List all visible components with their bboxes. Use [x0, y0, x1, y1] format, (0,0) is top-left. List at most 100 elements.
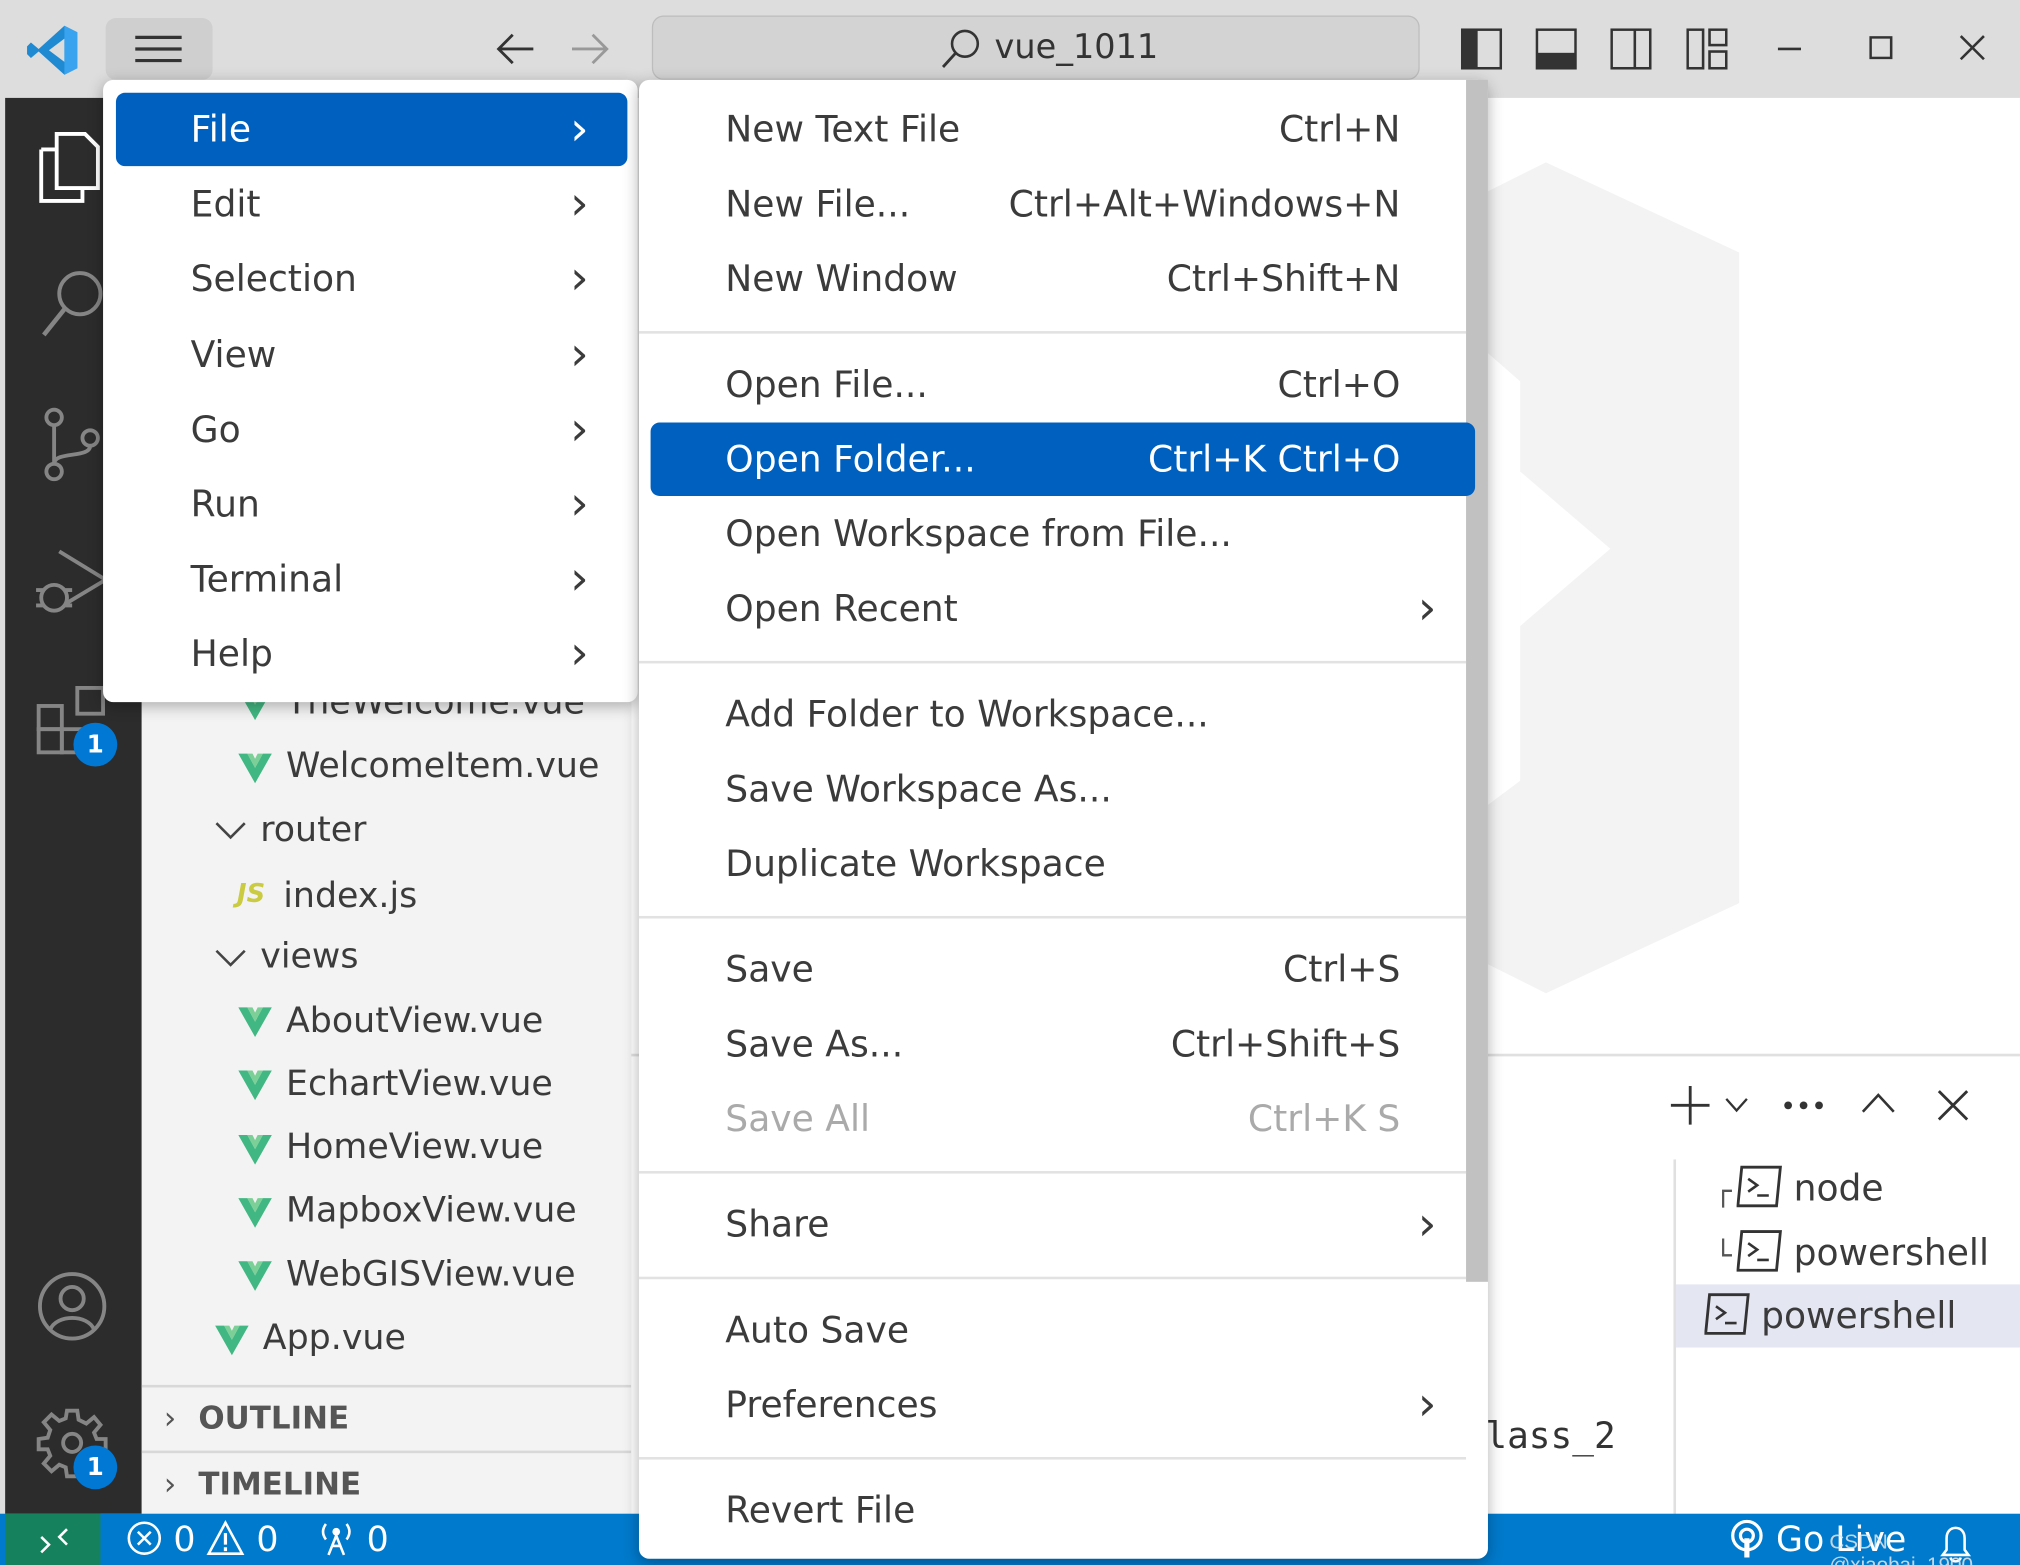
- tree-item[interactable]: JS index.js: [237, 862, 417, 925]
- chevron-down-icon: [215, 949, 246, 967]
- menu-item-label: Save All: [725, 1097, 871, 1141]
- tree-item[interactable]: WelcomeItem.vue: [237, 735, 599, 798]
- outline-section-header[interactable]: › OUTLINE: [141, 1384, 632, 1451]
- menu-item-shortcut: Ctrl+K S: [1247, 1097, 1401, 1141]
- tree-item[interactable]: AboutView.vue: [237, 989, 543, 1052]
- tree-item[interactable]: router: [214, 798, 366, 861]
- file-menu-item[interactable]: New File... Ctrl+Alt+Windows+N: [651, 167, 1475, 240]
- tree-item-label: AboutView.vue: [285, 1000, 544, 1041]
- terminal-list-item[interactable]: powershell: [1676, 1284, 2020, 1348]
- menu-item-label: Save Workspace As...: [725, 767, 1112, 811]
- maximize-icon[interactable]: [1869, 36, 1893, 60]
- menu-item-shortcut: Ctrl+O: [1277, 363, 1401, 406]
- outline-label: OUTLINE: [198, 1400, 350, 1437]
- menu-item-label: Revert File: [725, 1489, 916, 1532]
- file-menu-item[interactable]: Share ›: [651, 1188, 1475, 1261]
- close-panel-icon[interactable]: [1937, 1090, 1969, 1121]
- menu-item-file[interactable]: File ›: [115, 92, 628, 167]
- menu-item-shortcut: Ctrl+N: [1278, 108, 1401, 151]
- file-menu-item[interactable]: Save Ctrl+S: [651, 933, 1475, 1006]
- remote-button[interactable]: [5, 1513, 101, 1565]
- terminal-icon: [1704, 1293, 1750, 1335]
- file-menu-item[interactable]: Open Folder... Ctrl+K Ctrl+O: [650, 422, 1476, 496]
- file-menu-item[interactable]: Add Folder to Workspace...: [651, 678, 1475, 751]
- close-icon[interactable]: [1959, 35, 1985, 61]
- file-menu-item[interactable]: Revert File: [651, 1474, 1475, 1547]
- tree-item-label: MapboxView.vue: [285, 1190, 577, 1231]
- vscode-window: vue_1011 1 1 TheWelcome.vue WelcomeItem.v…: [0, 0, 2020, 1565]
- menu-item-run[interactable]: Run ›: [116, 468, 627, 541]
- problems-button[interactable]: 0 0: [126, 1518, 278, 1564]
- tree-item[interactable]: HomeView.vue: [237, 1116, 543, 1179]
- search-icon[interactable]: [39, 268, 106, 340]
- menu-item-label: Edit: [190, 183, 261, 226]
- timeline-section-header[interactable]: › TIMELINE: [141, 1450, 632, 1517]
- maximize-panel-icon[interactable]: [1861, 1092, 1895, 1113]
- menu-item-terminal[interactable]: Terminal ›: [116, 543, 627, 616]
- back-arrow-icon[interactable]: [495, 31, 536, 67]
- file-menu-item[interactable]: Open File... Ctrl+O: [651, 348, 1475, 421]
- menu-item-label: Run: [190, 483, 260, 526]
- toggle-panel-icon[interactable]: [1535, 28, 1577, 70]
- timeline-label: TIMELINE: [198, 1466, 362, 1503]
- explorer-icon[interactable]: [39, 131, 106, 203]
- chevron-right-icon: ›: [1417, 1378, 1437, 1432]
- minimize-icon[interactable]: [1777, 46, 1804, 51]
- file-menu-item: Save All Ctrl+K S: [651, 1082, 1475, 1155]
- menu-item-view[interactable]: View ›: [116, 318, 627, 391]
- chevron-down-icon[interactable]: [1725, 1098, 1748, 1113]
- menu-item-label: Terminal: [190, 558, 344, 601]
- menu-button[interactable]: [105, 18, 213, 80]
- tree-item[interactable]: views: [214, 925, 358, 988]
- run-debug-icon[interactable]: [33, 546, 109, 621]
- tree-item-label: HomeView.vue: [285, 1127, 544, 1168]
- chevron-right-icon: ›: [570, 402, 589, 456]
- menu-item-go[interactable]: Go ›: [116, 393, 627, 466]
- tree-item[interactable]: EchartView.vue: [237, 1052, 553, 1115]
- broadcast-icon: [321, 1523, 351, 1556]
- terminal-name: powershell: [1761, 1294, 1957, 1338]
- forward-arrow-icon[interactable]: [569, 31, 610, 67]
- menu-item-label: Open Recent: [725, 587, 958, 630]
- tree-item[interactable]: MapboxView.vue: [237, 1179, 577, 1242]
- watermark-text: CSDN @xiaobai_1900: [1829, 1531, 1973, 1565]
- menu-item-label: Open File...: [725, 363, 928, 406]
- file-menu-item[interactable]: Open Workspace from File...: [651, 497, 1475, 570]
- menu-item-label: View: [190, 333, 277, 376]
- application-menu: File › Edit › Selection › View › Go › Run › Terminal…: [103, 79, 638, 703]
- file-menu-item[interactable]: Auto Save: [651, 1293, 1475, 1366]
- file-menu-item[interactable]: Open Recent ›: [651, 572, 1475, 645]
- more-actions-icon[interactable]: [1783, 1100, 1824, 1110]
- terminal-list-item[interactable]: └ powershell: [1676, 1221, 2020, 1284]
- menu-item-edit[interactable]: Edit ›: [116, 168, 627, 241]
- menu-item-label: Help: [190, 633, 273, 676]
- file-submenu: New Text File Ctrl+N New File... Ctrl+Alt+W…: [638, 79, 1488, 1559]
- file-menu-item[interactable]: Preferences ›: [651, 1368, 1475, 1441]
- file-menu-item[interactable]: Duplicate Workspace: [651, 827, 1475, 900]
- file-menu-item[interactable]: New Text File Ctrl+N: [651, 93, 1475, 166]
- remote-icon: [40, 1528, 68, 1554]
- go-live-icon: [1731, 1519, 1763, 1558]
- toggle-primary-sidebar-icon[interactable]: [1460, 28, 1503, 70]
- toggle-secondary-sidebar-icon[interactable]: [1610, 28, 1652, 70]
- new-terminal-icon[interactable]: [1670, 1085, 1711, 1126]
- extensions-badge: 1: [73, 722, 118, 767]
- terminal-output-text: lass_2: [1485, 1414, 1616, 1458]
- ports-button[interactable]: 0: [317, 1518, 389, 1564]
- command-center-search[interactable]: vue_1011: [651, 15, 1420, 80]
- terminal-list-item[interactable]: ┌ node: [1676, 1157, 2020, 1220]
- tree-item[interactable]: App.vue: [214, 1306, 406, 1369]
- menu-item-help[interactable]: Help ›: [116, 618, 627, 691]
- file-menu-item[interactable]: New Window Ctrl+Shift+N: [651, 242, 1475, 315]
- tree-item[interactable]: WebGISView.vue: [237, 1243, 576, 1306]
- menu-item-selection[interactable]: Selection ›: [116, 243, 627, 316]
- menu-separator: [638, 1457, 1467, 1460]
- source-control-icon[interactable]: [41, 407, 105, 482]
- file-menu-item[interactable]: Save Workspace As...: [651, 752, 1475, 825]
- menu-item-shortcut: Ctrl+Shift+N: [1166, 257, 1401, 301]
- accounts-icon[interactable]: [36, 1270, 108, 1342]
- chevron-right-icon: ›: [1417, 582, 1437, 636]
- hamburger-icon: [135, 35, 182, 63]
- file-menu-item[interactable]: Save As... Ctrl+Shift+S: [651, 1007, 1475, 1080]
- customize-layout-icon[interactable]: [1686, 28, 1728, 70]
